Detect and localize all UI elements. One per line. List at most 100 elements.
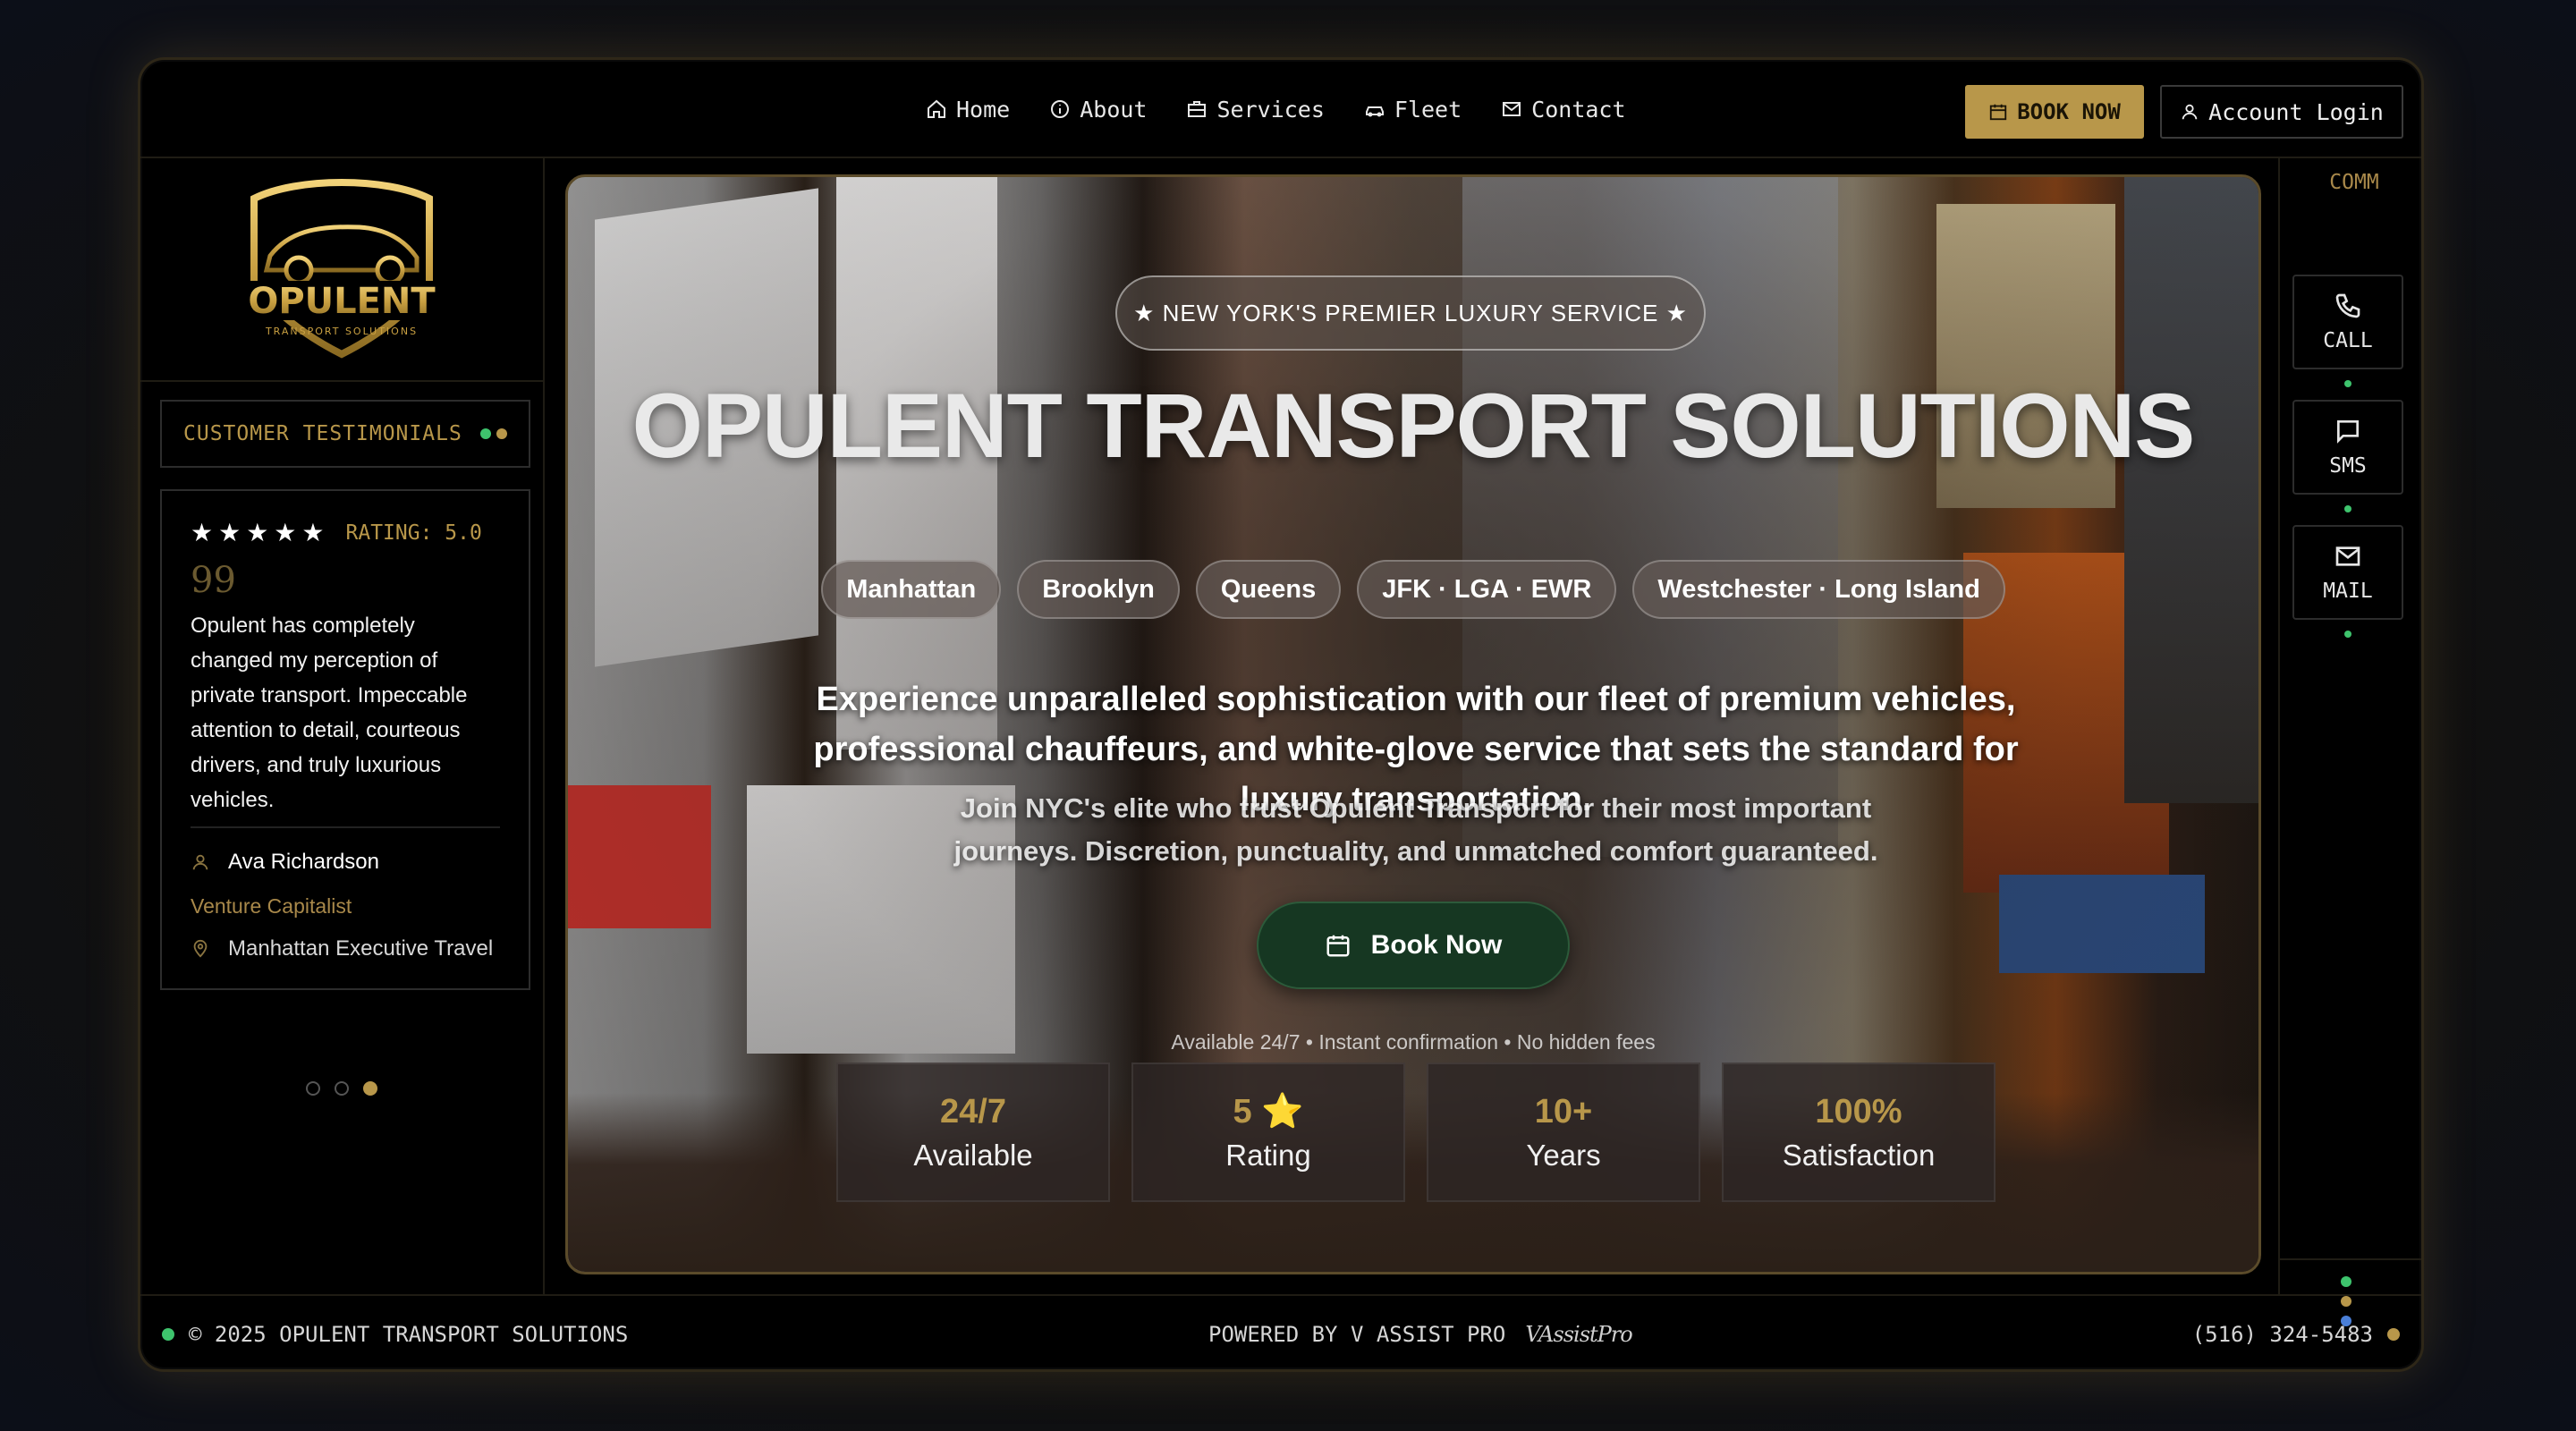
logo-wordmark: OPULENT — [248, 281, 436, 322]
carousel-dot-2[interactable] — [335, 1081, 349, 1096]
testimonial-text: Opulent has completely changed my percep… — [191, 614, 468, 812]
left-sidebar: OPULENT TRANSPORT SOLUTIONS CUSTOMER TES… — [140, 158, 545, 1294]
nav-fleet-label: Fleet — [1394, 96, 1462, 123]
hero-badge: ★ NEW YORK'S PREMIER LUXURY SERVICE ★ — [1115, 275, 1706, 351]
availability-note: Available 24/7 • Instant confirmation • … — [1171, 1030, 1656, 1054]
stat-label: Satisfaction — [1782, 1138, 1936, 1172]
book-now-label: BOOK NOW — [2017, 99, 2121, 124]
rail-divider — [2280, 1258, 2421, 1260]
testimonials-header: CUSTOMER TESTIMONIALS — [160, 400, 530, 468]
area-chip[interactable]: Queens — [1195, 560, 1342, 619]
testimonial-author: Ava Richardson — [191, 850, 500, 875]
area-chip[interactable]: JFK · LGA · EWR — [1357, 560, 1617, 619]
hero-sub-text: Join NYC's elite who trust Opulent Trans… — [953, 792, 1878, 867]
nav-home[interactable]: Home — [926, 97, 1010, 123]
calendar-icon — [1990, 104, 2007, 121]
stat-card: 100% Satisfaction — [1722, 1063, 1996, 1202]
testimonials-status-dots — [480, 428, 507, 439]
mail-icon — [1503, 102, 1521, 116]
stat-value: 100% — [1815, 1092, 1902, 1130]
mail-label: MAIL — [2323, 580, 2373, 603]
area-chip[interactable]: Westchester · Long Island — [1632, 560, 2005, 619]
status-dot-gold — [496, 428, 507, 439]
home-icon — [928, 99, 945, 118]
call-status-dot — [2344, 380, 2351, 387]
stat-label: Rating — [1225, 1139, 1311, 1172]
rating-row: ★★★★★ RATING: 5.0 — [191, 518, 500, 547]
hero-section: ★ NEW YORK'S PREMIER LUXURY SERVICE ★ OP… — [565, 174, 2261, 1274]
main-nav: Home About Services Fleet Contact — [926, 60, 1626, 158]
car-icon — [1365, 106, 1384, 117]
info-icon — [1051, 100, 1070, 118]
sms-status-dot — [2344, 505, 2351, 512]
footer-phone[interactable]: (516) 324-5483 — [2192, 1322, 2373, 1347]
footer-powered[interactable]: POWERED BY V ASSIST PRO VAssistPro — [1208, 1322, 1633, 1347]
nav-contact[interactable]: Contact — [1501, 96, 1626, 123]
hero-title: OPULENT TRANSPORT SOLUTIONS — [631, 375, 2196, 477]
brand-logo[interactable]: OPULENT TRANSPORT SOLUTIONS — [140, 158, 543, 382]
stat-card: 10+ Years — [1427, 1063, 1700, 1202]
quote-icon: 99 — [191, 560, 236, 601]
rating-value: RATING: 5.0 — [345, 521, 482, 545]
testimonial-card: ★★★★★ RATING: 5.0 99 Opulent has complet… — [160, 489, 530, 990]
author-name: Ava Richardson — [228, 850, 379, 874]
testimonial-context: Manhattan Executive Travel — [191, 936, 500, 961]
call-button[interactable]: CALL — [2292, 275, 2403, 369]
context-label: Manhattan Executive Travel — [228, 936, 494, 961]
calendar-icon — [1326, 935, 1350, 957]
stat-value: 5 ⭐ — [1233, 1093, 1304, 1130]
sms-label: SMS — [2329, 454, 2367, 478]
divider — [191, 826, 500, 828]
footer: © 2025 OPULENT TRANSPORT SOLUTIONS POWER… — [140, 1294, 2421, 1369]
status-dot-green — [2341, 1276, 2351, 1287]
nav-about[interactable]: About — [1049, 97, 1147, 123]
app-frame: Home About Services Fleet Contact BOOK N… — [138, 57, 2424, 1372]
star-rating-icons: ★★★★★ — [191, 519, 330, 546]
status-dot-gold — [2387, 1328, 2400, 1341]
stat-card: 24/7 Available — [836, 1063, 1110, 1202]
account-login-button[interactable]: Account Login — [2160, 85, 2403, 139]
testimonials-title: CUSTOMER TESTIMONIALS — [183, 422, 462, 445]
comm-label: COMM — [2329, 171, 2379, 194]
stat-card: 5 ⭐ Rating — [1131, 1063, 1405, 1202]
nav-services[interactable]: Services — [1186, 96, 1325, 123]
hero-cta-label: Book Now — [1370, 930, 1503, 960]
powered-by-text: POWERED BY V ASSIST PRO — [1208, 1322, 1506, 1347]
book-now-button[interactable]: BOOK NOW — [1965, 85, 2144, 139]
area-chip[interactable]: Brooklyn — [1017, 560, 1180, 619]
comm-rail: COMM CALL SMS MAIL — [2278, 158, 2421, 1326]
opulent-logo-shield: OPULENT TRANSPORT SOLUTIONS — [234, 179, 449, 359]
hero-book-now-button[interactable]: Book Now — [1257, 902, 1570, 989]
carousel-dot-3[interactable] — [363, 1081, 377, 1096]
sms-button[interactable]: SMS — [2292, 400, 2403, 495]
carousel-dot-1[interactable] — [306, 1081, 320, 1096]
footer-right: (516) 324-5483 — [2192, 1322, 2400, 1347]
stat-label: Available — [913, 1138, 1033, 1172]
nav-home-label: Home — [956, 96, 1011, 123]
mail-status-dot — [2344, 631, 2351, 638]
stat-value: 24/7 — [940, 1092, 1006, 1130]
author-role: Venture Capitalist — [191, 894, 352, 918]
testimonial-carousel-dots — [140, 1081, 543, 1096]
mail-button[interactable]: MAIL — [2292, 525, 2403, 620]
stat-value: 10+ — [1534, 1092, 1593, 1130]
footer-left: © 2025 OPULENT TRANSPORT SOLUTIONS — [162, 1322, 628, 1347]
area-chip[interactable]: Manhattan — [821, 560, 1002, 619]
call-label: CALL — [2323, 329, 2373, 352]
stat-label: Years — [1526, 1138, 1601, 1172]
nav-services-label: Services — [1216, 96, 1325, 123]
stats-row: 24/7 Available 5 ⭐ Rating 10+ Years 100%… — [836, 1063, 1996, 1202]
top-navbar: Home About Services Fleet Contact BOOK N… — [140, 60, 2421, 158]
chat-icon — [2337, 420, 2359, 444]
vassist-logo: VAssistPro — [1525, 1322, 1632, 1347]
status-dot-green — [480, 428, 491, 439]
user-icon — [2182, 104, 2198, 120]
copyright-text: © 2025 OPULENT TRANSPORT SOLUTIONS — [189, 1322, 629, 1347]
user-icon — [192, 854, 208, 870]
nav-contact-label: Contact — [1531, 96, 1626, 123]
nav-about-label: About — [1080, 96, 1148, 123]
online-status-dot — [162, 1328, 174, 1341]
mail-icon — [2335, 546, 2360, 566]
nav-fleet[interactable]: Fleet — [1364, 97, 1462, 123]
service-area-chips: Manhattan Brooklyn Queens JFK · LGA · EW… — [568, 560, 2258, 619]
